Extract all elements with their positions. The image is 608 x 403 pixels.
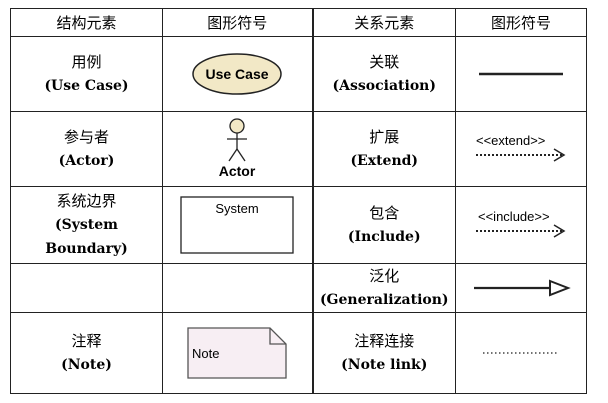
include-stereotype-text: <<include>> [478, 209, 550, 224]
note-symbol-text: Note [192, 346, 219, 361]
generalization-symbol-cell [455, 263, 587, 313]
note-symbol-cell: Note [162, 312, 313, 394]
extend-arrow-icon: <<extend>> [476, 133, 566, 162]
note-link-label-cell: 注释连接 (Note link) [311, 312, 456, 394]
actor-symbol-cell: Actor [162, 111, 313, 187]
note-link-dotted-line-icon [483, 352, 559, 354]
note-link-cn: 注释连接 [354, 332, 415, 350]
system-boundary-symbol-cell: System [162, 186, 313, 264]
note-link-en: (Note link) [341, 357, 428, 373]
system-boundary-en-2: Boundary) [45, 241, 128, 257]
table-row: 参与者 (Actor) Actor 扩展 (Extend) <<extend>> [10, 111, 587, 187]
include-label-cell: 包含 (Include) [311, 186, 456, 264]
association-line-icon [479, 72, 563, 76]
empty-structure-cell [10, 263, 163, 313]
generalization-en: (Generalization) [319, 292, 449, 308]
include-arrow-icon: <<include>> [476, 209, 566, 238]
system-boundary-symbol-text: System [216, 201, 259, 216]
table-row: 泛化 (Generalization) [10, 263, 587, 313]
note-label-cell: 注释 (Note) [10, 312, 163, 394]
use-case-symbol-text: Use Case [206, 66, 269, 82]
system-boundary-cn: 系统边界 [56, 192, 117, 210]
table-row: 用例 (Use Case) Use Case 关联 (Association) [10, 36, 587, 112]
use-case-label-cell: 用例 (Use Case) [10, 36, 163, 112]
extend-stereotype-text: <<extend>> [476, 133, 545, 148]
include-cn: 包含 [369, 204, 400, 222]
header-relation-element: 关系元素 [311, 8, 456, 37]
actor-symbol-text: Actor [219, 163, 256, 179]
association-cn: 关联 [369, 53, 400, 71]
empty-symbol-cell [162, 263, 313, 313]
include-en: (Include) [347, 229, 421, 245]
note-cn: 注释 [71, 332, 102, 350]
uml-elements-table: 结构元素 图形符号 关系元素 图形符号 用例 (Use Case) Use Ca… [10, 8, 587, 394]
header-row: 结构元素 图形符号 关系元素 图形符号 [10, 8, 587, 37]
table-row: 系统边界 (System Boundary) System 包含 (Includ… [10, 186, 587, 264]
use-case-ellipse-icon: Use Case [192, 53, 282, 95]
association-en: (Association) [332, 78, 436, 94]
include-symbol-cell: <<include>> [455, 186, 587, 264]
system-boundary-label-cell: 系统边界 (System Boundary) [10, 186, 163, 264]
generalization-cn: 泛化 [369, 267, 400, 285]
extend-cn: 扩展 [369, 128, 400, 146]
extend-en: (Extend) [350, 153, 419, 169]
header-structure-element: 结构元素 [10, 8, 163, 37]
use-case-symbol-cell: Use Case [162, 36, 313, 112]
note-link-symbol-cell [455, 312, 587, 394]
use-case-en: (Use Case) [44, 78, 129, 94]
extend-label-cell: 扩展 (Extend) [311, 111, 456, 187]
generalization-arrow-icon [474, 279, 571, 297]
association-symbol-cell [455, 36, 587, 112]
actor-cn: 参与者 [63, 128, 109, 146]
actor-en: (Actor) [58, 153, 115, 169]
table-row: 注释 (Note) Note 注释连接 (Note link) [10, 312, 587, 394]
actor-stick-figure-icon: Actor [219, 118, 256, 179]
actor-label-cell: 参与者 (Actor) [10, 111, 163, 187]
system-boundary-en-1: (System [55, 217, 118, 233]
header-symbol-1: 图形符号 [162, 8, 313, 37]
use-case-cn: 用例 [71, 53, 102, 71]
generalization-label-cell: 泛化 (Generalization) [311, 263, 456, 313]
note-icon: Note [187, 327, 287, 379]
extend-symbol-cell: <<extend>> [455, 111, 587, 187]
note-en: (Note) [61, 357, 112, 373]
association-label-cell: 关联 (Association) [311, 36, 456, 112]
header-symbol-2: 图形符号 [455, 8, 587, 37]
system-boundary-box-icon: System [180, 196, 294, 254]
